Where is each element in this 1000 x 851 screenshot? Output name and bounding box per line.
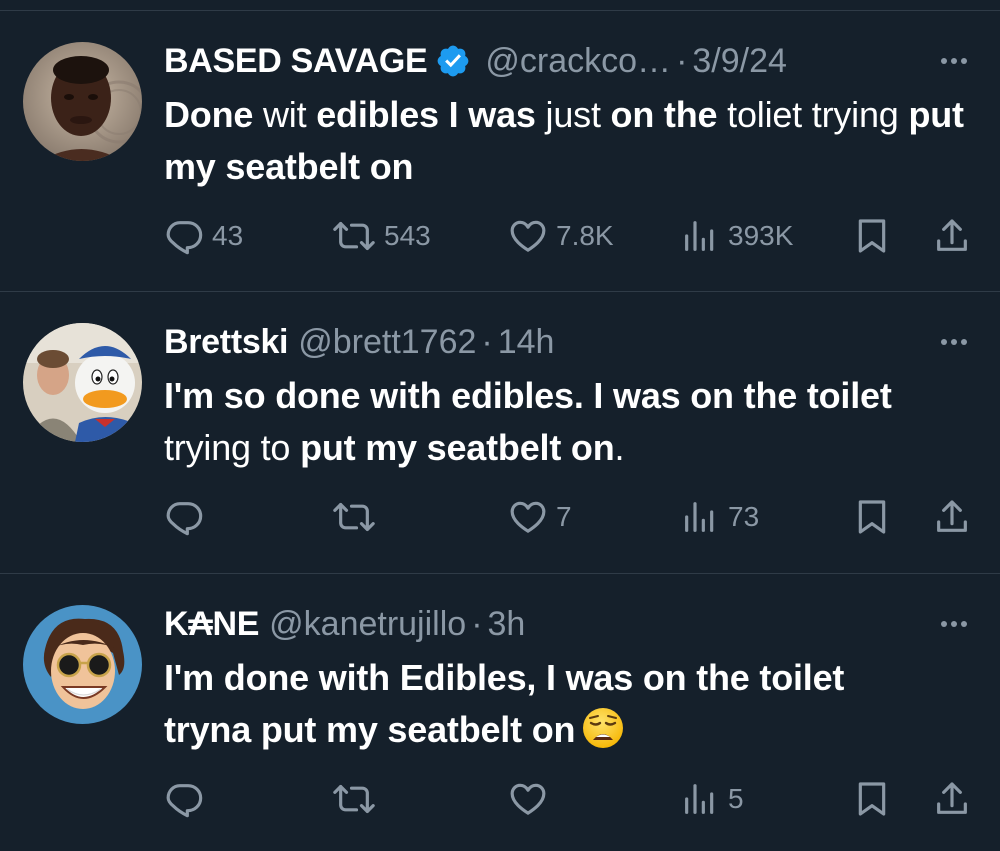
avatar[interactable] — [23, 323, 142, 442]
more-dots-icon[interactable] — [934, 604, 974, 644]
user-handle[interactable]: @kanetrujillo — [269, 604, 466, 644]
tweet[interactable]: K₳NE @kanetrujillo · 3h I'm done with Ed… — [0, 574, 1000, 851]
more-dots-icon[interactable] — [934, 41, 974, 81]
user-handle[interactable]: @crackco… — [485, 41, 671, 81]
views-button[interactable]: 73 — [680, 497, 759, 537]
share-button[interactable] — [932, 779, 972, 819]
tweet-text-segment: just — [535, 94, 611, 135]
tweet[interactable]: Brettski @brett1762 · 14h I'm so done wi… — [0, 292, 1000, 574]
tweet-text-segment: on the — [610, 94, 718, 135]
timestamp[interactable]: 3h — [488, 604, 526, 644]
reply-button[interactable]: 43 — [164, 216, 243, 256]
avatar[interactable] — [23, 42, 142, 161]
retweet-button[interactable] — [332, 497, 384, 537]
tweet-text-segment: Done — [164, 94, 254, 135]
like-count: 7.8K — [556, 220, 614, 251]
tweet-text: Done wit edibles I was just on the tolie… — [164, 89, 980, 193]
tweet-text-segment: trying to — [164, 427, 301, 468]
view-count: 73 — [728, 501, 760, 532]
tweet-header: Brettski @brett1762 · 14h — [164, 322, 1000, 362]
heart-icon — [508, 216, 548, 256]
timestamp[interactable]: 14h — [498, 322, 555, 362]
action-bar: 7 73 — [0, 497, 1000, 537]
share-icon — [932, 216, 972, 256]
tweet-text: I'm so done with edibles. I was on the t… — [164, 370, 980, 474]
views-icon — [680, 779, 720, 819]
tweet-text-segment: toliet trying — [717, 94, 909, 135]
bookmark-icon — [852, 216, 892, 256]
heart-icon — [508, 497, 548, 537]
views-button[interactable]: 393K — [680, 216, 793, 256]
views-icon — [680, 497, 720, 537]
tweet-text-segment: put my seatbelt on — [300, 427, 615, 468]
more-dots-icon[interactable] — [934, 322, 974, 362]
bookmark-button[interactable] — [852, 779, 892, 819]
like-button[interactable] — [508, 779, 556, 819]
reply-button[interactable] — [164, 497, 212, 537]
bookmark-icon — [852, 779, 892, 819]
display-name[interactable]: Brettski — [164, 322, 289, 362]
timestamp[interactable]: 3/9/24 — [692, 41, 787, 81]
tweet-text-segment: I'm done with Edibles, I was on the toil… — [164, 657, 845, 750]
action-bar: 43 543 7.8K 393K — [0, 216, 1000, 256]
views-icon — [680, 216, 720, 256]
share-icon — [932, 497, 972, 537]
display-name[interactable]: K₳NE — [164, 604, 259, 644]
reply-icon — [164, 497, 204, 537]
action-bar: 5 — [0, 779, 1000, 819]
share-button[interactable] — [932, 497, 972, 537]
tweet-text-segment: wit — [253, 94, 317, 135]
heart-icon — [508, 779, 548, 819]
tweet-text-segment: I'm so done with edibles. I was on the t… — [164, 375, 892, 416]
retweet-button[interactable]: 543 — [332, 216, 431, 256]
bookmark-icon — [852, 497, 892, 537]
reply-icon — [164, 779, 204, 819]
retweet-count: 543 — [384, 220, 431, 251]
reply-button[interactable] — [164, 779, 212, 819]
retweet-icon — [332, 497, 376, 537]
bookmark-button[interactable] — [852, 497, 892, 537]
tweet[interactable]: BASED SAVAGE @crackco… · 3/9/24 Done wit… — [0, 11, 1000, 292]
reply-icon — [164, 216, 204, 256]
share-button[interactable] — [932, 216, 972, 256]
view-count: 5 — [728, 783, 744, 814]
share-icon — [932, 779, 972, 819]
view-count: 393K — [728, 220, 794, 251]
separator-dot: · — [676, 42, 688, 80]
like-button[interactable]: 7 — [508, 497, 572, 537]
retweet-icon — [332, 779, 376, 819]
weary-face-emoji — [581, 706, 625, 750]
tweet-header: BASED SAVAGE @crackco… · 3/9/24 — [164, 41, 1000, 81]
verified-badge-icon — [435, 43, 471, 79]
tweet-text: I'm done with Edibles, I was on the toil… — [164, 652, 940, 756]
retweet-icon — [332, 216, 376, 256]
separator-dot: · — [471, 605, 483, 643]
retweet-button[interactable] — [332, 779, 384, 819]
separator-dot: · — [481, 323, 493, 361]
reply-count: 43 — [212, 220, 244, 251]
like-count: 7 — [556, 501, 572, 532]
display-name[interactable]: BASED SAVAGE — [164, 41, 428, 81]
views-button[interactable]: 5 — [680, 779, 744, 819]
avatar[interactable] — [23, 605, 142, 724]
tweet-text-segment: edibles I was — [316, 94, 536, 135]
like-button[interactable]: 7.8K — [508, 216, 614, 256]
user-handle[interactable]: @brett1762 — [298, 322, 476, 362]
bookmark-button[interactable] — [852, 216, 892, 256]
tweet-text-segment: . — [614, 427, 625, 468]
tweet-header: K₳NE @kanetrujillo · 3h — [164, 604, 1000, 644]
